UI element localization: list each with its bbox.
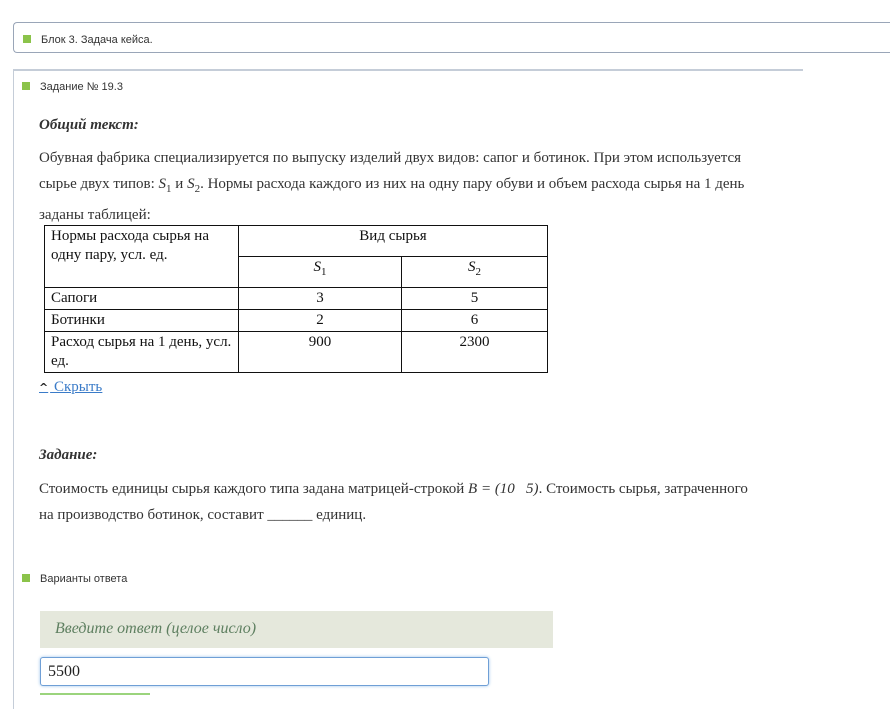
bullet-square-icon <box>22 574 30 583</box>
hide-link[interactable]: ^ Скрыть <box>39 379 102 396</box>
row-s1-value: 2 <box>238 309 402 332</box>
hide-link-label: Скрыть <box>50 379 103 395</box>
table-header-row: Нормы расхода сырья на одну пару, усл. е… <box>44 225 548 288</box>
common-text-line-1: Обувная фабрика специализируется по выпу… <box>39 150 742 166</box>
table-row: Расход сырья на 1 день, усл. ед. 900 230… <box>44 331 548 373</box>
answer-options-header: Варианты ответа <box>22 569 127 587</box>
assignment-line1-prefix: Стоимость единицы сырья каждого типа зад… <box>39 481 465 497</box>
block-header: Блок 3. Задача кейса. <box>13 22 890 53</box>
answer-prompt: Введите ответ (целое число) <box>40 611 553 648</box>
row-label: Ботинки <box>44 309 239 332</box>
table-corner-header: Нормы расхода сырья на одну пару, усл. е… <box>44 225 239 288</box>
bullet-square-icon <box>23 35 31 44</box>
s1-symbol: S1 <box>158 176 172 195</box>
assignment-line1-suffix: . Стоимость сырья, затраченного <box>538 481 748 497</box>
block-title: Блок 3. Задача кейса. <box>41 34 153 46</box>
row-s2-value: 5 <box>401 287 548 310</box>
chevron-up-icon: ^ <box>39 381 49 394</box>
row-s2-value: 2300 <box>401 331 548 373</box>
table-group-header: Вид сырья <box>238 225 548 257</box>
task-number: Задание № 19.3 <box>40 81 123 93</box>
assignment-line-2: на производство ботинок, составит ______… <box>39 507 367 523</box>
assignment-paragraph: Стоимость единицы сырья каждого типа зад… <box>39 476 879 528</box>
table-col-s2: S2 <box>401 256 548 288</box>
line2-prefix: сырье двух типов: <box>39 176 155 192</box>
answer-input[interactable] <box>40 657 489 686</box>
table-row: Ботинки 2 6 <box>44 309 548 332</box>
bullet-square-icon <box>22 82 30 91</box>
table-row: Сапоги 3 5 <box>44 287 548 310</box>
row-s1-value: 3 <box>238 287 402 310</box>
table-col-s1: S1 <box>238 256 402 288</box>
row-label: Расход сырья на 1 день, усл. ед. <box>44 331 239 373</box>
row-label: Сапоги <box>44 287 239 310</box>
row-s1-value: 900 <box>238 331 402 373</box>
row-s2-value: 6 <box>401 309 548 332</box>
and-word: и <box>175 176 184 192</box>
green-underline <box>40 693 150 695</box>
matrix-b: B = (10 5) <box>468 481 539 497</box>
answer-options-label: Варианты ответа <box>40 573 128 585</box>
task-header: Задание № 19.3 <box>13 77 123 95</box>
s2-symbol: S2 <box>187 176 201 195</box>
common-text-paragraph: Обувная фабрика специализируется по выпу… <box>39 145 879 228</box>
common-text-line-2: сырье двух типов: S1 и S2. Нормы расхода… <box>39 171 879 202</box>
assignment-heading: Задание: <box>39 447 98 463</box>
assignment-line-1: Стоимость единицы сырья каждого типа зад… <box>39 476 879 502</box>
consumption-table: Нормы расхода сырья на одну пару, усл. е… <box>44 225 548 373</box>
common-text-heading: Общий текст: <box>39 117 139 133</box>
line2-suffix: . Нормы расхода каждого из них на одну п… <box>200 176 745 192</box>
